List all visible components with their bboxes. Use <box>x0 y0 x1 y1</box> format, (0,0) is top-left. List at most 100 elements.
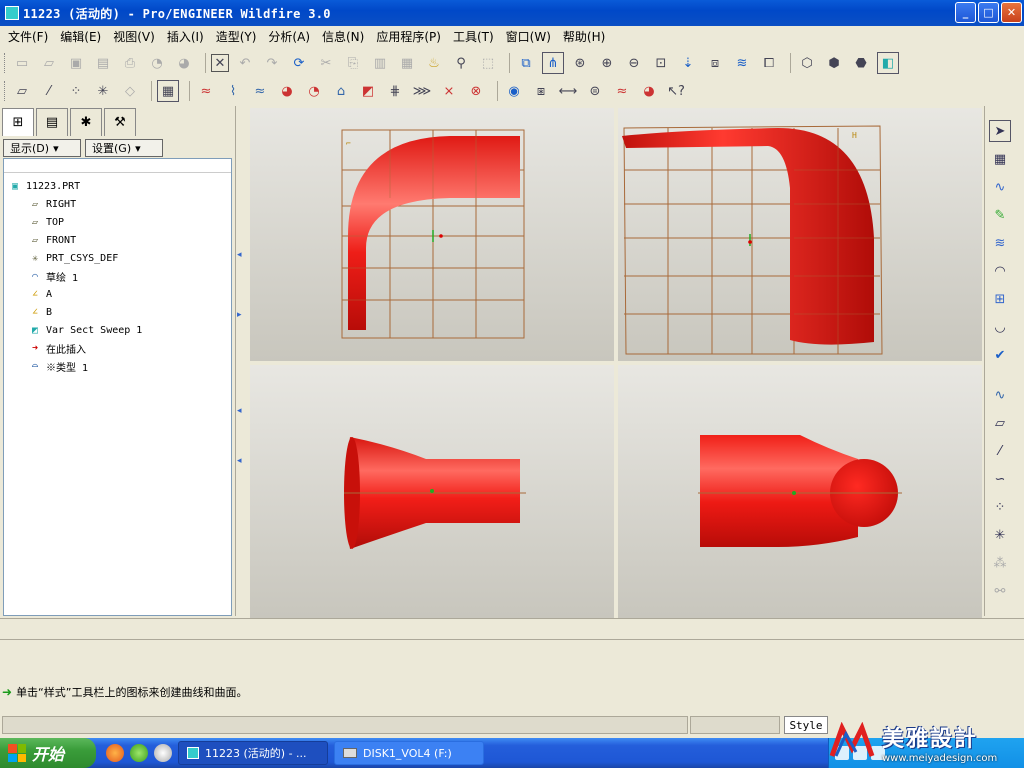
style-mode-icon[interactable]: ▦ <box>157 80 179 102</box>
connect-surface-icon[interactable]: ⊞ <box>989 288 1011 310</box>
view-manager-icon[interactable]: ⧠ <box>758 52 780 74</box>
messenger-icon[interactable] <box>130 744 148 762</box>
delete-all-analysis-icon[interactable]: ⊗ <box>465 80 487 102</box>
delete-curvature-icon[interactable]: ⨯ <box>438 80 460 102</box>
create-surface-icon[interactable]: ◠ <box>989 260 1011 282</box>
slope-icon[interactable]: ◩ <box>357 80 379 102</box>
create-curve-icon[interactable]: ∿ <box>989 176 1011 198</box>
edit-curve-icon[interactable]: ✎ <box>989 204 1011 226</box>
curve-analysis-icon[interactable]: ≈ <box>611 80 633 102</box>
curve-on-surface-icon[interactable]: ≋ <box>989 232 1011 254</box>
gaussian-icon[interactable]: ◕ <box>276 80 298 102</box>
zoom-in-icon[interactable]: ⊕ <box>596 52 618 74</box>
analysis-point-icon[interactable]: ⁂ <box>989 552 1011 574</box>
curvature-icon[interactable]: ≈ <box>195 80 217 102</box>
csys-icon[interactable]: ✳ <box>989 524 1011 546</box>
open-file-icon[interactable]: ▱ <box>38 52 60 74</box>
datum-axis-icon[interactable]: ⁄ <box>989 440 1011 462</box>
save-icon[interactable]: ▣ <box>65 52 87 74</box>
menu-file[interactable]: 文件(F) <box>2 28 54 45</box>
panel-splitter[interactable]: ◂ ▸ ◂ ◂ <box>235 106 247 616</box>
zoom-out-icon[interactable]: ⊖ <box>623 52 645 74</box>
menu-insert[interactable]: 插入(I) <box>161 28 210 45</box>
annotation-display-icon[interactable]: ◇ <box>119 80 141 102</box>
menu-help[interactable]: 帮助(H) <box>557 28 611 45</box>
surface-analysis-icon[interactable]: ◕ <box>638 80 660 102</box>
taskbar-item-disk[interactable]: DISK1_VOL4 (F:) <box>334 741 484 765</box>
media-player-icon[interactable] <box>154 744 172 762</box>
mass-icon[interactable]: ⊜ <box>584 80 606 102</box>
datum-curve-icon[interactable]: ∿ <box>989 384 1011 406</box>
viewport-top[interactable]: H <box>618 108 982 361</box>
cut-icon[interactable]: ✂ <box>315 52 337 74</box>
collapse-arrow-icon[interactable]: ◂ <box>237 250 242 260</box>
saved-views-icon[interactable]: ⧈ <box>704 52 726 74</box>
favorites-tab[interactable]: ✱ <box>70 108 102 136</box>
shading-icon[interactable]: ◧ <box>877 52 899 74</box>
selection-filter-icon[interactable]: ⬚ <box>477 52 499 74</box>
find-icon[interactable]: ⚲ <box>450 52 472 74</box>
datum-plane-display-icon[interactable]: ▱ <box>11 80 33 102</box>
snapshot-icon[interactable]: ⧆ <box>530 80 552 102</box>
datum-axis-display-icon[interactable]: ⁄ <box>38 80 60 102</box>
menu-view[interactable]: 视图(V) <box>107 28 161 45</box>
orient-mode-icon[interactable]: ⊛ <box>569 52 591 74</box>
datum-plane-icon[interactable]: ▱ <box>989 412 1011 434</box>
start-button[interactable]: 开始 <box>0 738 96 768</box>
reflection-icon[interactable]: ⋕ <box>384 80 406 102</box>
tree-item-sweep[interactable]: ◩ Var Sect Sweep 1 <box>4 321 231 339</box>
tree-item-insert-here[interactable]: ➜ 在此插入 <box>4 339 231 357</box>
hidden-line-icon[interactable]: ⬢ <box>823 52 845 74</box>
menu-window[interactable]: 窗口(W) <box>500 28 557 45</box>
graphics-area[interactable]: ⌐ H <box>248 106 984 618</box>
taskbar-item-proe[interactable]: 11223 (活动的) - ... <box>178 741 328 765</box>
csys-display-icon[interactable]: ✳ <box>92 80 114 102</box>
done-check-icon[interactable]: ✔ <box>989 344 1011 366</box>
email-link-icon[interactable]: ◕ <box>173 52 195 74</box>
minimize-button[interactable]: _ <box>955 2 976 23</box>
tree-item-front[interactable]: ▱ FRONT <box>4 231 231 249</box>
copy-icon[interactable]: ⎘ <box>342 52 364 74</box>
repaint-icon[interactable]: ⧉ <box>515 52 537 74</box>
draft-icon[interactable]: ⌂ <box>330 80 352 102</box>
collapse-arrow-icon[interactable]: ◂ <box>237 406 242 416</box>
tree-item-style[interactable]: ⌓ ※类型 1 <box>4 357 231 375</box>
display-dropdown[interactable]: 显示(D) ▾ <box>3 139 81 157</box>
tree-item-top[interactable]: ▱ TOP <box>4 213 231 231</box>
redo-icon[interactable]: ↷ <box>261 52 283 74</box>
style-filter-tab[interactable]: Style <box>784 716 828 734</box>
tree-item-sketch[interactable]: ⌒ 草绘 1 <box>4 267 231 285</box>
dihedral-icon[interactable]: ⋙ <box>411 80 433 102</box>
measure-icon[interactable]: ⟷ <box>557 80 579 102</box>
menu-edit[interactable]: 编辑(E) <box>54 28 107 45</box>
maximize-button[interactable]: □ <box>978 2 999 23</box>
tree-item-curve-b[interactable]: ∠ B <box>4 303 231 321</box>
datum-point-icon[interactable]: ◉ <box>503 80 525 102</box>
print-icon[interactable]: ⎙ <box>119 52 141 74</box>
section-icon[interactable]: ⌇ <box>222 80 244 102</box>
regenerate-icon[interactable]: ✕ <box>211 54 229 72</box>
email-icon[interactable]: ◔ <box>146 52 168 74</box>
trim-surface-icon[interactable]: ◡ <box>989 316 1011 338</box>
viewport-left[interactable] <box>618 365 982 618</box>
refresh-icon[interactable]: ⟳ <box>288 52 310 74</box>
spin-center-icon[interactable]: ⋔ <box>542 52 564 74</box>
no-hidden-icon[interactable]: ⬣ <box>850 52 872 74</box>
model-player-icon[interactable]: ♨ <box>423 52 445 74</box>
active-plane-icon[interactable]: ▦ <box>989 148 1011 170</box>
sketched-curve-icon[interactable]: ∽ <box>989 468 1011 490</box>
tree-root[interactable]: ▣ 11223.PRT <box>4 177 231 195</box>
save-copy-icon[interactable]: ▤ <box>92 52 114 74</box>
layers-icon[interactable]: ≋ <box>731 52 753 74</box>
shade-curvature-icon[interactable]: ◔ <box>303 80 325 102</box>
close-button[interactable]: ✕ <box>1001 2 1022 23</box>
tree-item-csys[interactable]: ✳ PRT_CSYS_DEF <box>4 249 231 267</box>
offset-icon[interactable]: ≈ <box>249 80 271 102</box>
viewport-right[interactable] <box>250 365 614 618</box>
menu-analysis[interactable]: 分析(A) <box>262 28 316 45</box>
new-file-icon[interactable]: ▭ <box>11 52 33 74</box>
menu-info[interactable]: 信息(N) <box>316 28 370 45</box>
context-help-icon[interactable]: ↖? <box>665 80 687 102</box>
tree-item-right[interactable]: ▱ RIGHT <box>4 195 231 213</box>
undo-icon[interactable]: ↶ <box>234 52 256 74</box>
